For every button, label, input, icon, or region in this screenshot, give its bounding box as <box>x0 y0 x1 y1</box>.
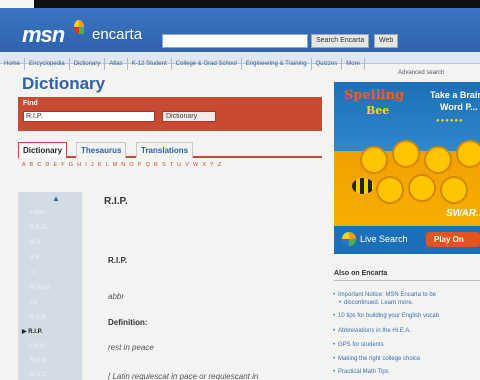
list-item[interactable]: r.f. <box>30 270 37 276</box>
tab-dictionary[interactable]: Dictionary <box>18 142 68 158</box>
live-search-icon <box>342 232 356 246</box>
ad-dots: ●●●●●● <box>436 118 464 124</box>
list-item[interactable]: R.D. <box>30 240 42 246</box>
also-link[interactable]: Making the right college choice <box>333 356 420 362</box>
scroll-up-icon[interactable]: ▲ <box>52 194 60 203</box>
ad-logo-sub: Bee <box>366 104 390 117</box>
encarta-logo[interactable]: encarta <box>92 26 142 43</box>
site-header: msn encarta Search Encarta Web <box>0 8 480 52</box>
honeycomb-cell <box>376 176 404 204</box>
honeycomb-cell <box>408 174 436 202</box>
list-item[interactable]: R.E. <box>30 255 42 261</box>
nav-k12[interactable]: K-12 Student <box>128 58 172 70</box>
list-item[interactable]: R.N.C. <box>30 372 48 378</box>
browser-page: msn encarta Search Encarta Web Home Encyc… <box>0 0 480 380</box>
search-encarta-button[interactable]: Search Encarta <box>311 34 370 48</box>
ad-headline: Take a Brain <box>430 90 480 100</box>
ad-swarm-text: SWAR... <box>446 208 480 219</box>
nav-atlas[interactable]: Atlas <box>105 58 128 70</box>
web-search-button[interactable]: Web <box>374 34 399 48</box>
dictionary-tabs: Dictionary Thesaurus Translations <box>18 142 322 158</box>
also-link[interactable]: discontinued. Learn more. <box>339 300 413 306</box>
live-search-label: Live Search <box>360 234 408 244</box>
also-on-encarta-title: Also on Encarta <box>334 270 388 277</box>
current-marker-icon: ▶ <box>22 329 27 335</box>
list-item[interactable]: R Hertz <box>30 285 50 291</box>
advanced-search-link[interactable]: Advanced search <box>398 70 444 76</box>
nav-encyclopedia[interactable]: Encyclopedia <box>25 58 70 70</box>
list-item[interactable]: R.N.B. <box>30 358 48 364</box>
nav-quizzes[interactable]: Quizzes <box>312 58 343 70</box>
main-nav: Home Encyclopedia Dictionary Atlas K-12 Stud… <box>0 52 480 70</box>
also-link[interactable]: Abbreviations in the Hi.E.A. <box>333 328 411 334</box>
list-item-current[interactable]: ▶ R.I.P. <box>22 328 43 335</box>
msn-logo[interactable]: msn <box>22 22 65 48</box>
list-item[interactable]: r-stan <box>30 210 45 216</box>
also-link[interactable]: 10 tips for building your English vocab <box>333 313 439 319</box>
page-title: Dictionary <box>22 74 106 93</box>
find-label: Find <box>23 100 38 107</box>
list-item[interactable]: r.m.m. <box>30 343 47 349</box>
tab-translations[interactable]: Translations <box>136 142 194 158</box>
nav-training[interactable]: Engineering & Training <box>242 58 312 70</box>
also-link[interactable]: Practical Math Tips <box>333 369 389 375</box>
play-button[interactable]: Play On <box>426 232 480 247</box>
nav-college[interactable]: College & Grad School <box>172 58 242 70</box>
screen-bezel <box>0 0 480 8</box>
nav-home[interactable]: Home <box>0 58 26 70</box>
nav-dictionary[interactable]: Dictionary <box>70 58 106 70</box>
definition-label: Definition: <box>108 318 148 327</box>
site-search-input[interactable] <box>162 34 308 48</box>
definition-text: rest in peace <box>108 343 154 352</box>
find-panel: Find R.I.P. Dictionary <box>18 97 322 131</box>
honeycomb-cell <box>392 140 420 168</box>
bee-icon <box>352 178 374 194</box>
dictionary-select[interactable]: Dictionary <box>162 111 216 122</box>
honeycomb-cell <box>424 146 452 174</box>
list-item[interactable]: r.s. <box>30 300 38 306</box>
entry-word: R.I.P. <box>108 256 127 265</box>
list-item[interactable]: R.S.B. <box>30 315 47 321</box>
word-list: ▲ r-stan R.B.D. R.D. R.E. r.f. R Hertz r… <box>18 192 82 380</box>
tab-thesaurus[interactable]: Thesaurus <box>76 142 127 158</box>
entry-headword: R.I.P. <box>104 196 128 207</box>
ad-headline-2: Word P... <box>440 102 478 112</box>
honeycomb-cell <box>456 140 480 168</box>
part-of-speech: abbr <box>108 292 125 301</box>
also-link[interactable]: GPS for students <box>333 342 384 348</box>
find-input[interactable]: R.I.P. <box>23 111 155 122</box>
honeycomb-cell <box>440 176 468 204</box>
list-item[interactable]: R.B.D. <box>30 225 48 231</box>
nav-more[interactable]: More <box>342 58 365 70</box>
ad-logo: Spelling <box>344 88 405 103</box>
alphabet-index[interactable]: A B C D E F G H I J K L M N O P Q R S T … <box>22 162 222 168</box>
ad-footer: Live Search Play On <box>334 226 480 254</box>
divider <box>334 280 480 281</box>
honeycomb-cell <box>360 146 388 174</box>
also-link[interactable]: Important Notice: MSN Encarta to be <box>333 292 436 298</box>
butterfly-icon <box>74 20 84 34</box>
spelling-bee-ad[interactable]: Spelling Bee Take a Brain Word P... ●●●●… <box>334 82 480 254</box>
etymology-text: [ Latin requiescat in pace or requiescan… <box>108 372 259 380</box>
